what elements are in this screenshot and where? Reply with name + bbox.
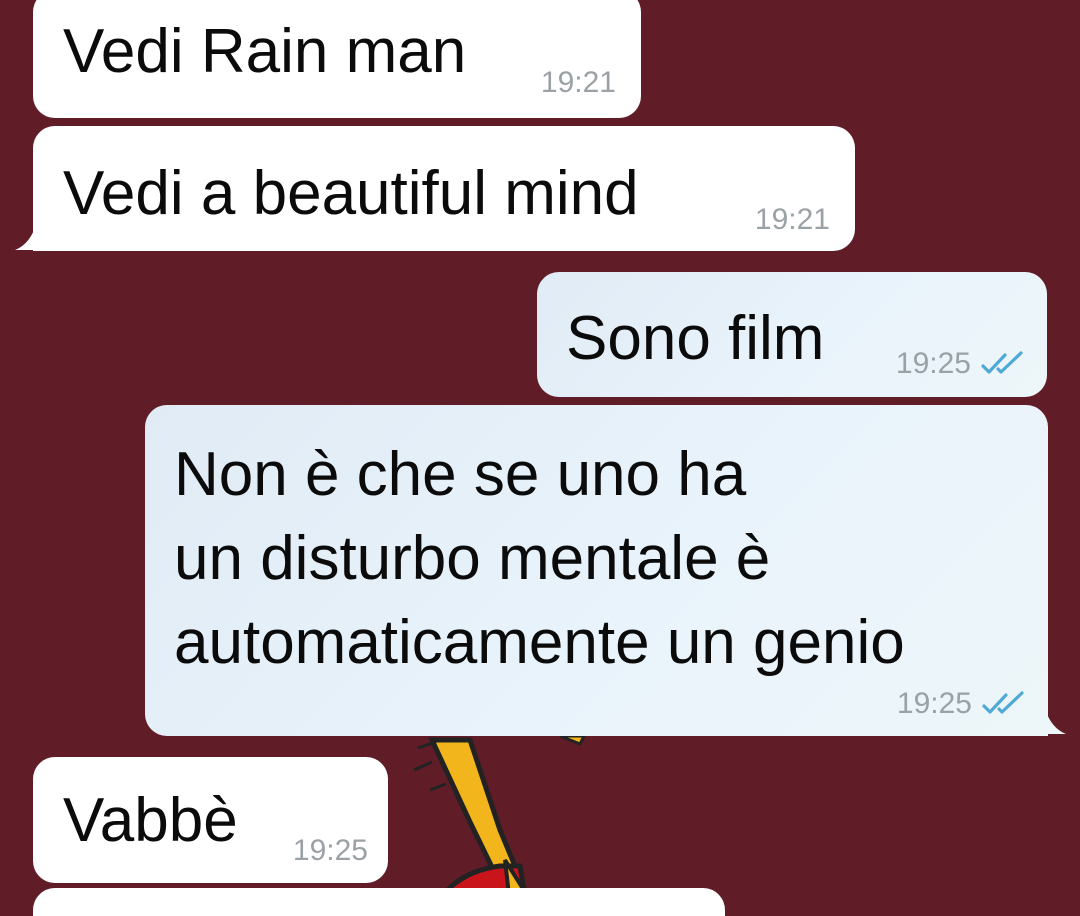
message-bubble-outgoing[interactable]: Non è che se uno ha un disturbo mentale … [145,405,1048,736]
message-text: Sono film [566,304,825,373]
message-text: Vabbè [63,786,238,855]
message-time: 19:25 [896,687,972,720]
double-check-read-icon [982,691,1024,714]
message-text: Vedi a beautiful mind [63,159,639,228]
message-bubble-outgoing[interactable]: Sono film 19:25 [537,272,1047,397]
message-meta: 19:25 [896,347,1027,381]
message-bubble-incoming[interactable]: Vabbè 19:25 [33,757,388,883]
message-time: 19:21 [754,203,830,236]
message-time: 19:21 [540,66,616,99]
double-check-read-icon [981,351,1023,374]
message-time: 19:25 [292,834,368,867]
message-meta: 19:21 [755,203,830,237]
message-text: Non è che se uno ha un disturbo mentale … [174,440,905,677]
message-bubble-incoming[interactable]: Vedi a beautiful mind 19:21 [33,126,855,251]
message-text: Vedi Rain man [63,17,467,86]
message-meta: 19:25 [293,834,368,868]
message-meta: 19:25 [897,687,1028,721]
message-time: 19:25 [895,347,971,380]
chat-message-list[interactable]: Vedi Rain man 19:21 Vedi a beautiful min… [0,0,1080,916]
message-bubble-incoming[interactable]: Vedi Rain man 19:21 [33,0,641,118]
message-bubble-incoming[interactable] [33,888,725,916]
message-meta: 19:21 [541,66,616,100]
